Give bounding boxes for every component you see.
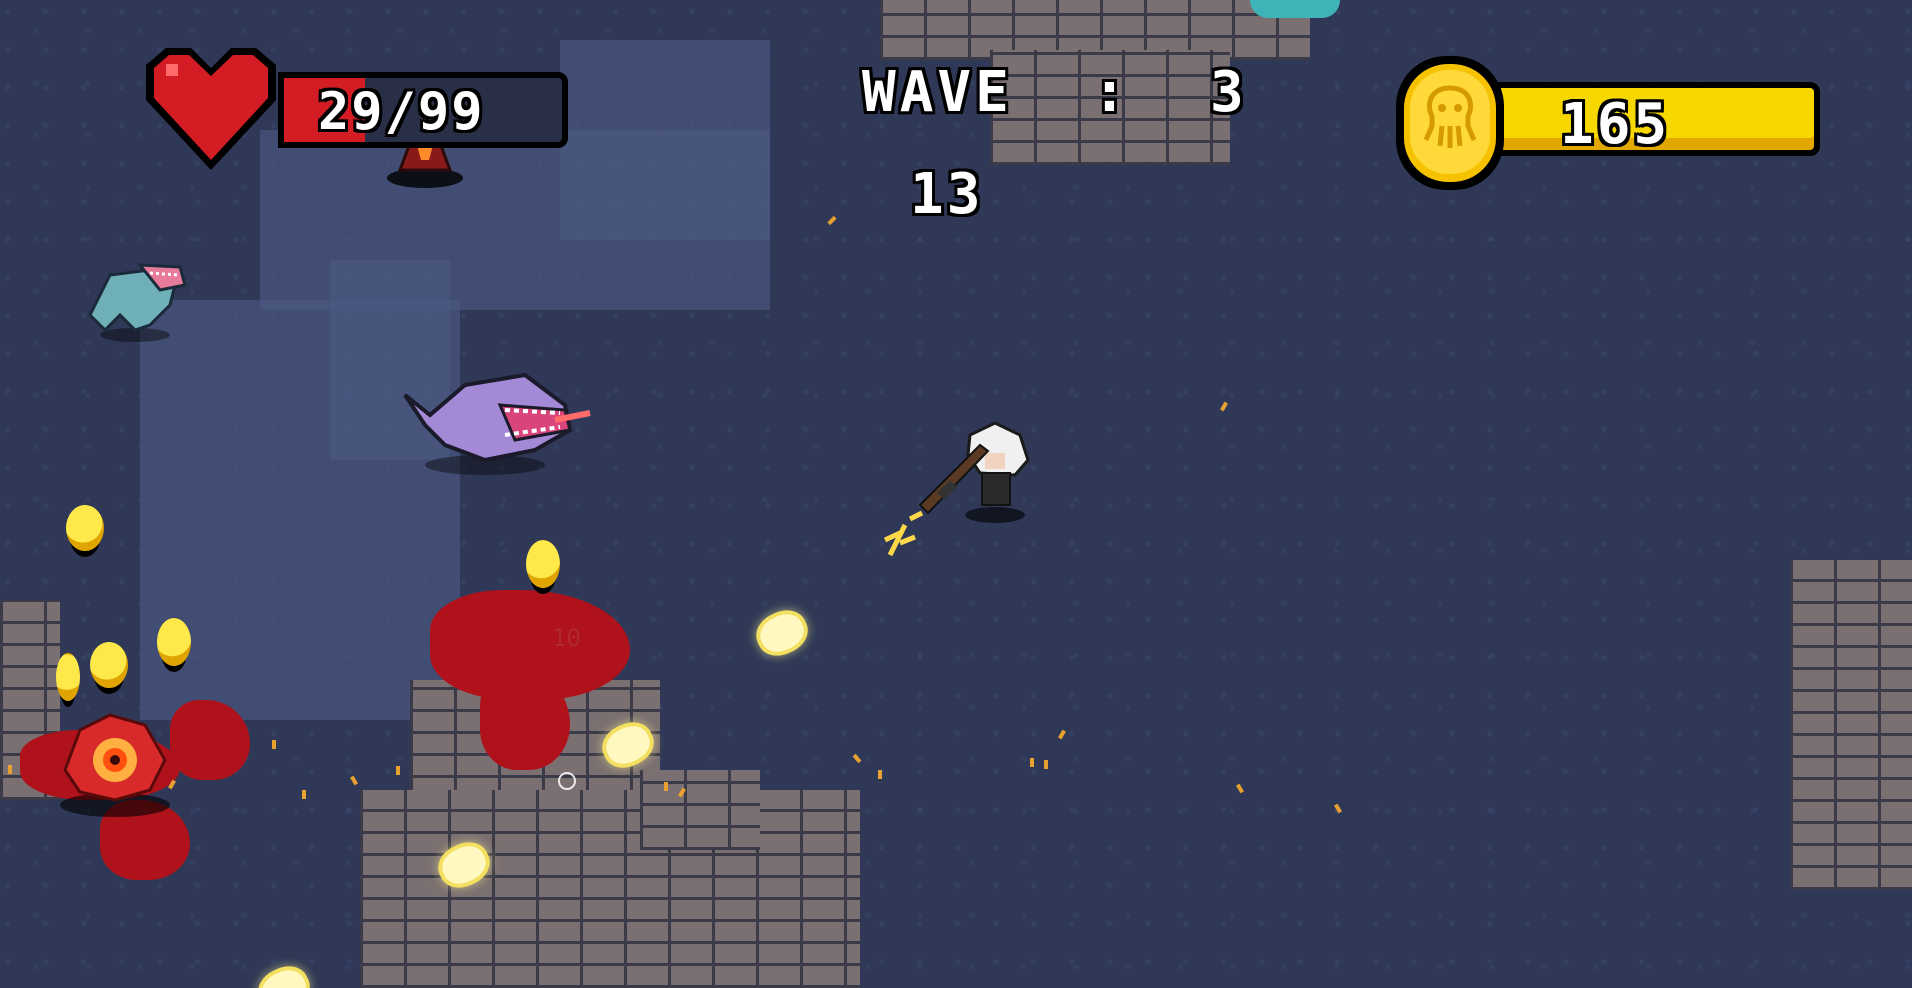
ghoul-enemy[interactable] bbox=[80, 245, 190, 345]
coin-count: 165 bbox=[1560, 92, 1671, 157]
wave-title: WAVE bbox=[862, 60, 1013, 125]
brick-wall bbox=[640, 770, 760, 850]
dropped-coin[interactable] bbox=[66, 505, 104, 551]
dropped-coin[interactable] bbox=[90, 642, 128, 688]
shell-casing bbox=[396, 766, 400, 775]
shell-casing bbox=[8, 765, 12, 774]
shell-casing bbox=[827, 215, 837, 226]
shell-casing bbox=[1334, 803, 1342, 814]
game-viewport[interactable]: 10 29/99 WAVE: 3 13 165 bbox=[0, 0, 1912, 988]
shell-casing bbox=[852, 753, 862, 764]
shell-casing bbox=[302, 790, 306, 799]
wave-separator: : bbox=[1092, 60, 1131, 125]
dropped-coin[interactable] bbox=[526, 540, 560, 588]
teal-crystal bbox=[1250, 0, 1340, 18]
dropped-coin[interactable] bbox=[56, 653, 80, 701]
red-eye-plant-enemy[interactable] bbox=[50, 700, 180, 820]
shell-casing bbox=[1236, 783, 1244, 794]
shell-casing bbox=[878, 770, 882, 779]
glowing-projectile bbox=[256, 964, 312, 988]
wave-number: 3 bbox=[1210, 60, 1248, 125]
wave-label: WAVE : 3 bbox=[862, 60, 1248, 125]
floor-patch bbox=[560, 40, 770, 240]
player-character[interactable] bbox=[870, 415, 1040, 565]
purple-worm-enemy[interactable] bbox=[395, 365, 595, 480]
shell-casing bbox=[272, 740, 276, 749]
wave-timer: 13 bbox=[910, 162, 984, 227]
shell-casing bbox=[1220, 401, 1228, 412]
health-text: 29/99 bbox=[318, 82, 485, 142]
brick-wall bbox=[1790, 560, 1912, 890]
crosshair-icon bbox=[558, 772, 576, 790]
shell-casing bbox=[1030, 758, 1034, 767]
brick-wall bbox=[360, 790, 860, 988]
skull-coin-icon bbox=[1396, 56, 1504, 190]
shell-casing bbox=[664, 782, 668, 791]
heart-icon bbox=[146, 48, 276, 170]
shell-casing bbox=[350, 775, 358, 786]
shell-casing bbox=[1044, 760, 1048, 769]
damage-number: 10 bbox=[552, 624, 581, 652]
dropped-coin[interactable] bbox=[157, 618, 191, 666]
shell-casing bbox=[1058, 729, 1066, 740]
glowing-projectile bbox=[754, 608, 810, 658]
